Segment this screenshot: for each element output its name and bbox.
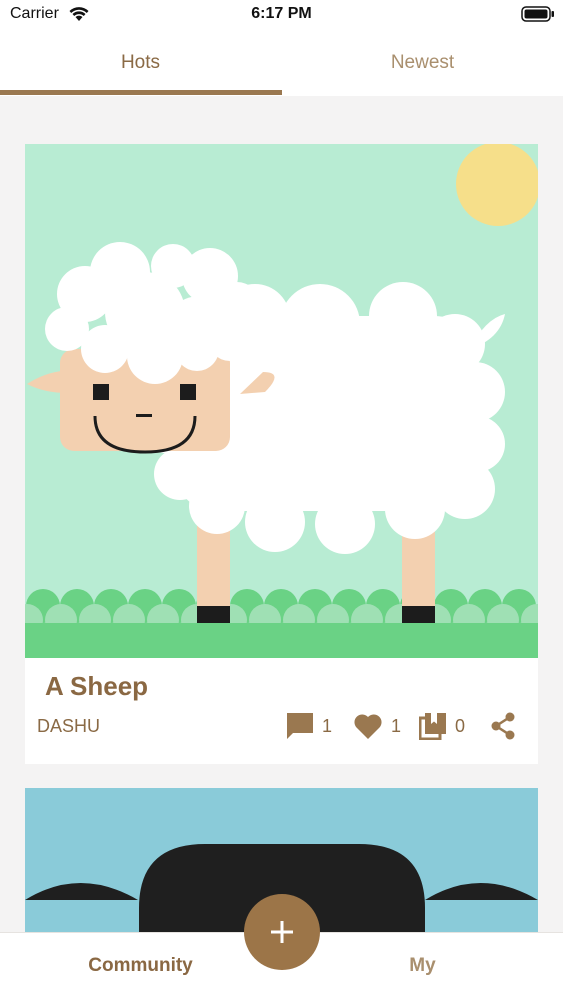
post-author[interactable]: DASHU (37, 716, 100, 737)
clock: 6:17 PM (251, 5, 312, 22)
tab-hots[interactable]: Hots (0, 30, 281, 96)
nav-community[interactable]: Community (0, 955, 281, 977)
post-title[interactable]: A Sheep (45, 671, 148, 702)
collection-icon (419, 713, 446, 740)
comment-count: 1 (322, 715, 333, 736)
like-count: 1 (391, 715, 402, 736)
status-bar: Carrier 6:17 PM (0, 0, 563, 30)
post-artwork-sheep[interactable] (25, 144, 538, 658)
share-icon[interactable] (489, 711, 517, 741)
tab-newest[interactable]: Newest (282, 30, 563, 96)
active-tab-indicator (0, 90, 282, 95)
collect-button[interactable]: 0 (419, 710, 465, 742)
comment-button[interactable]: 1 (286, 710, 332, 742)
plus-icon (271, 921, 293, 943)
top-tab-bar: Hots Newest (0, 30, 563, 96)
heart-icon (354, 714, 382, 739)
battery-icon (521, 6, 554, 22)
post-card[interactable]: A Sheep DASHU 1 1 0 (25, 144, 538, 764)
comment-icon (287, 713, 313, 739)
nav-my[interactable]: My (282, 955, 563, 977)
like-button[interactable]: 1 (353, 710, 401, 742)
post-feed[interactable]: A Sheep DASHU 1 1 0 (0, 96, 563, 932)
create-post-button[interactable] (244, 894, 320, 970)
collection-count: 0 (455, 715, 466, 736)
